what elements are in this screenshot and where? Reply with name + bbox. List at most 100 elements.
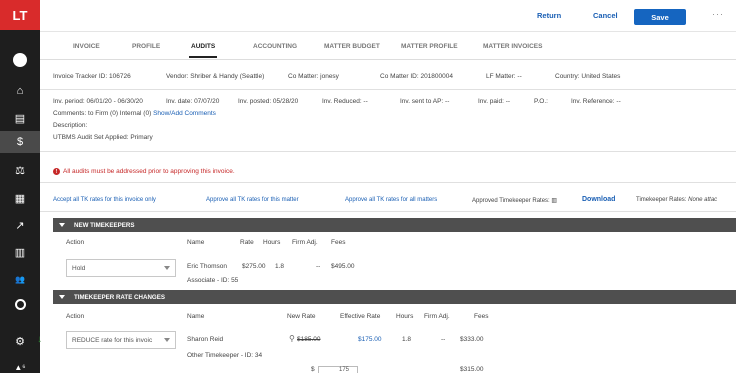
analytics-icon[interactable]: ↗: [0, 214, 40, 236]
home-glyph: ⌂: [16, 85, 24, 97]
alert-icon: !: [53, 168, 60, 175]
avatar-dot: [13, 53, 27, 67]
save-button[interactable]: Save: [634, 9, 686, 25]
building-icon[interactable]: ▥: [0, 241, 40, 263]
divider: [40, 211, 736, 212]
inv-reference: Inv. Reference: --: [571, 98, 621, 105]
settings-icon[interactable]: ⚙: [0, 330, 40, 352]
timekeeper-role: Associate - ID: 55: [187, 277, 239, 284]
tab-matter-budget[interactable]: Matter Budget: [324, 43, 380, 50]
col-action: Action: [66, 239, 85, 246]
tab-audits[interactable]: Audits: [188, 43, 218, 58]
rate-action-select[interactable]: REDUCE rate for this invoic: [66, 331, 176, 349]
rate-tk-fees: $333.00: [460, 336, 484, 343]
invoice-tracker-id: Invoice Tracker ID: 106726: [53, 73, 131, 80]
col-hours: Hours: [263, 239, 281, 246]
col-effective-rate: Effective Rate: [340, 313, 381, 320]
approved-tk-rates-label: Approved Timekeeper Rates: ▥: [472, 198, 558, 204]
col-name: Name: [187, 313, 205, 320]
dollar-glyph: $: [16, 136, 24, 148]
po-field: P.O.:: [534, 98, 548, 105]
rate-tk-name: Sharon Reid: [187, 336, 224, 343]
user-avatar-icon[interactable]: [0, 49, 40, 71]
inv-reduced: Inv. Reduced: --: [322, 98, 368, 105]
country-field: Country: United States: [555, 73, 621, 80]
timekeeper-rate: $275.00: [242, 263, 266, 270]
rate-tk-role: Other Timekeeper - ID: 34: [187, 352, 263, 359]
col-hours: Hours: [396, 313, 414, 320]
return-button[interactable]: Return: [537, 11, 561, 20]
rate-tk-firm-adj: --: [441, 336, 446, 343]
co-matter-field: Co Matter: jonesy: [288, 73, 339, 80]
more-options-icon[interactable]: ···: [712, 9, 724, 19]
col-fees: Fees: [474, 313, 489, 320]
search-icon[interactable]: [0, 293, 40, 315]
col-name: Name: [187, 239, 205, 246]
cancel-button[interactable]: Cancel: [593, 11, 618, 20]
utbms-audit-set: UTBMS Audit Set Applied: Primary: [53, 134, 153, 141]
vendor-field: Vendor: Shriber & Handy (Seattle): [166, 73, 265, 80]
calendar-icon[interactable]: ▦: [0, 187, 40, 209]
invoice-info-bar: Invoice Tracker ID: 106726 Vendor: Shrib…: [40, 60, 736, 90]
tab-matter-profile[interactable]: Matter Profile: [401, 43, 458, 50]
chevron-down-icon: [164, 338, 170, 342]
rate-tk-effective-rate[interactable]: $175.00: [358, 336, 382, 343]
currency-symbol: $: [311, 366, 315, 373]
reduce-arrow-icon: ↓: [37, 334, 42, 345]
top-action-bar: Return Cancel Save ···: [40, 0, 736, 32]
rate-tk-hours: 1.8: [402, 336, 412, 343]
people-icon[interactable]: 👥: [0, 268, 40, 290]
left-navigation: LT ⌂ ▤ $ ⚖ ▦ ↗ ▥ 👥 ⚙ ▲⁶: [0, 0, 40, 373]
home-icon[interactable]: ⌂: [0, 80, 40, 102]
alert-text: All audits must be addressed prior to ap…: [63, 168, 235, 175]
col-rate: Rate: [240, 239, 254, 246]
timekeeper-fees: $495.00: [331, 263, 355, 270]
gavel-glyph: ⚖: [15, 164, 25, 177]
download-link[interactable]: Download: [582, 196, 615, 203]
calendar-glyph: ▦: [14, 192, 26, 205]
show-add-comments-link[interactable]: Show/Add Comments: [153, 110, 216, 117]
adjusted-fees: $315.00: [460, 366, 484, 373]
rate-changes-header[interactable]: TIMEKEEPER RATE CHANGES: [53, 290, 736, 304]
tab-invoice[interactable]: Invoice: [73, 43, 100, 50]
audit-alert: ! All audits must be addressed prior to …: [53, 168, 235, 175]
col-new-rate: New Rate: [287, 313, 316, 320]
tk-rates-label: Timekeeper Rates: None attac: [636, 197, 717, 203]
collapse-caret-icon: [59, 223, 65, 227]
approve-tk-rates-all-link[interactable]: Approve all TK rates for all matters: [345, 197, 437, 203]
comments-row: Comments: to Firm (0) Internal (0) Show/…: [53, 110, 216, 117]
inv-posted: Inv. posted: 05/28/20: [238, 98, 299, 105]
gavel-icon[interactable]: ⚖: [0, 159, 40, 181]
inv-paid: Inv. paid: --: [478, 98, 511, 105]
timekeeper-name: Eric Thomson: [187, 263, 227, 270]
tab-matter-invoices[interactable]: Matter Invoices: [483, 43, 542, 50]
document-icon[interactable]: ▤: [0, 107, 40, 129]
logo-text: LT: [12, 7, 28, 23]
app-logo[interactable]: LT: [0, 0, 40, 30]
action-select-value: Hold: [72, 264, 86, 272]
lf-matter-field: LF Matter: --: [486, 73, 522, 80]
document-glyph: ▤: [14, 112, 26, 125]
accept-tk-rates-invoice-link[interactable]: Accept all TK rates for this invoice onl…: [53, 197, 156, 203]
action-select[interactable]: Hold: [66, 259, 176, 277]
tab-strip: Invoice Profile Audits Accounting Matter…: [40, 32, 736, 60]
new-timekeepers-header[interactable]: NEW TIMEKEEPERS: [53, 218, 736, 232]
divider: [40, 151, 736, 152]
tab-profile[interactable]: Profile: [132, 43, 160, 50]
dollar-icon[interactable]: $: [0, 131, 40, 153]
alerts-glyph: ▲⁶: [14, 362, 26, 372]
col-action: Action: [66, 313, 85, 320]
tab-accounting[interactable]: Accounting: [253, 43, 297, 50]
alerts-icon[interactable]: ▲⁶: [0, 356, 40, 373]
chevron-down-icon: [164, 266, 170, 270]
rate-input[interactable]: 175: [318, 366, 358, 373]
rate-action-select-value: REDUCE rate for this invoic: [72, 336, 153, 344]
timekeeper-firm-adj: --: [316, 263, 321, 270]
approve-tk-rates-matter-link[interactable]: Approve all TK rates for this matter: [206, 197, 299, 203]
timekeeper-hours: 1.8: [275, 263, 285, 270]
inv-period: Inv. period: 06/01/20 - 06/30/20: [53, 98, 143, 105]
inv-date: Inv. date: 07/07/20: [166, 98, 220, 105]
rate-tk-new-rate: $185.00: [297, 336, 321, 343]
search-icon[interactable]: ⚲: [289, 334, 295, 343]
people-glyph: 👥: [15, 274, 25, 284]
